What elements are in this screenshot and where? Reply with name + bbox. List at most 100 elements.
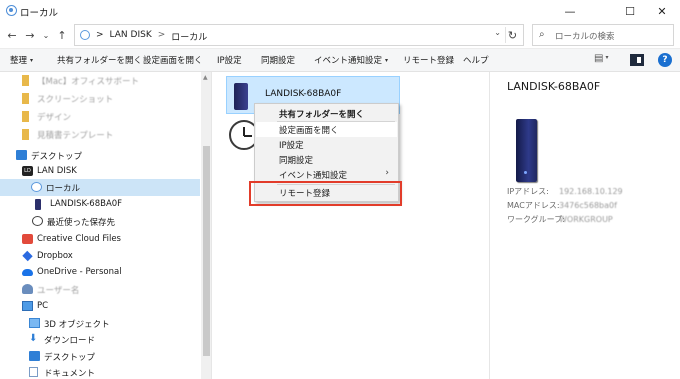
maximize-button[interactable]: ☐ <box>614 0 646 22</box>
lan-disk-icon: LD <box>22 166 33 176</box>
context-menu-item[interactable]: IP設定 <box>256 137 397 152</box>
folder-pin-icon <box>22 75 29 86</box>
local-location-icon <box>80 30 90 40</box>
nav-item[interactable]: 最近使った保存先 <box>0 213 200 230</box>
nav-item-label: ローカル <box>46 184 81 194</box>
minimize-button[interactable]: — <box>554 0 586 22</box>
nav-item[interactable]: デスクトップ <box>0 348 200 365</box>
local-icon <box>31 182 42 192</box>
open-shared-folder-button[interactable]: 共有フォルダーを開く <box>57 54 142 66</box>
remote-register-button[interactable]: リモート登録 <box>403 54 454 66</box>
nav-item-label: デザイン <box>37 113 72 123</box>
toolbar: 整理 ▾ 共有フォルダーを開く 設定画面を開く IP設定 同期設定 イベント通知設… <box>0 48 680 72</box>
breadcrumb-separator: > <box>157 30 166 40</box>
nav-item[interactable]: 【Mac】オフィスサポート <box>0 72 200 89</box>
nav-item[interactable]: 3D オブジェクト <box>0 315 200 332</box>
context-menu-item-label: 共有フォルダーを開く <box>279 110 365 120</box>
nav-item-label: PC <box>37 301 49 311</box>
context-menu-item-label: 同期設定 <box>279 156 314 166</box>
address-dropdown-icon[interactable]: ⌄ <box>494 28 501 37</box>
onedrive-icon <box>22 269 33 276</box>
nav-item-label: 見積書テンプレート <box>37 131 114 141</box>
nav-item[interactable]: ユーザー名 <box>0 281 200 298</box>
ip-settings-button[interactable]: IP設定 <box>217 54 242 66</box>
context-menu-item[interactable]: 共有フォルダーを開く <box>256 106 397 121</box>
close-button[interactable]: ✕ <box>646 0 678 22</box>
context-menu-item[interactable]: 設定画面を開く <box>256 122 397 137</box>
nav-item-label: デスクトップ <box>31 152 83 162</box>
open-settings-button[interactable]: 設定画面を開く <box>143 54 203 66</box>
preview-pane-icon[interactable] <box>630 54 644 66</box>
search-input[interactable]: ⌕ ローカルの検索 <box>532 24 674 46</box>
nav-item[interactable]: OneDrive - Personal <box>0 264 200 281</box>
address-bar[interactable]: > LAN DISK > ローカル ⌄ ↻ <box>74 24 524 46</box>
pc-icon <box>22 301 33 311</box>
nav-item[interactable]: ⬇ ダウンロード <box>0 331 200 348</box>
chevron-down-icon: ▾ <box>605 54 609 61</box>
nav-item-label: Creative Cloud Files <box>37 234 121 244</box>
nav-item[interactable]: ドキュメント <box>0 364 200 379</box>
help-menu[interactable]: ヘルプ <box>463 54 489 66</box>
detail-row-ip: IPアドレス: 192.168.10.129 <box>507 187 623 196</box>
device-icon <box>35 199 41 210</box>
breadcrumb-lan-disk[interactable]: LAN DISK <box>110 30 152 43</box>
event-notify-menu[interactable]: イベント通知設定 ▾ <box>314 54 388 66</box>
detail-row-workgroup: ワークグループ:WORKGROUP <box>507 215 613 224</box>
nav-item[interactable]: ローカル <box>0 179 200 196</box>
nav-item[interactable]: デスクトップ <box>0 147 200 164</box>
address-row: ← → ⌄ ↑ > LAN DISK > ローカル ⌄ ↻ ⌕ ローカルの検索 <box>0 22 680 48</box>
nav-item-label: OneDrive - Personal <box>37 267 122 277</box>
context-menu-item[interactable]: 同期設定 <box>256 152 397 167</box>
up-button[interactable]: ↑ <box>54 26 70 44</box>
device-name: LANDISK-68BA0F <box>265 89 342 99</box>
context-menu-item-label: イベント通知設定 <box>279 171 348 181</box>
folder-pin-icon <box>22 111 29 122</box>
nav-item[interactable]: スクリーンショット <box>0 90 200 107</box>
window-title: ローカル <box>20 8 59 19</box>
desktop-icon <box>29 351 40 361</box>
scroll-up-icon[interactable]: ▲ <box>203 74 208 81</box>
forward-button[interactable]: → <box>22 26 38 44</box>
download-icon: ⬇ <box>29 333 38 344</box>
nav-item[interactable]: デザイン <box>0 108 200 125</box>
context-menu-item-label: IP設定 <box>279 141 304 151</box>
nav-item[interactable]: Creative Cloud Files <box>0 231 200 248</box>
chevron-right-icon: › <box>385 168 389 178</box>
3d-objects-icon <box>29 318 40 328</box>
nas-device-icon <box>516 119 537 182</box>
details-pane: LANDISK-68BA0F IPアドレス: 192.168.10.129 MAC… <box>489 72 680 379</box>
nav-item-label: ダウンロード <box>44 336 96 346</box>
sync-settings-button[interactable]: 同期設定 <box>261 54 295 66</box>
detail-row-mac: MACアドレス:3476c568ba0f <box>507 201 617 210</box>
nav-item-label: LAN DISK <box>37 166 77 176</box>
nav-item-label: 3D オブジェクト <box>44 320 110 330</box>
nav-item-label: 【Mac】オフィスサポート <box>37 77 140 87</box>
back-button[interactable]: ← <box>4 26 20 44</box>
view-options-button[interactable]: ▤ ▾ <box>594 53 608 64</box>
folder-pin-icon <box>22 129 29 140</box>
context-menu-item[interactable]: イベント通知設定 › <box>256 167 397 182</box>
details-title: LANDISK-68BA0F <box>507 80 601 93</box>
search-placeholder: ローカルの検索 <box>555 32 615 42</box>
nav-item[interactable]: LD LAN DISK <box>0 163 200 180</box>
desktop-icon <box>16 150 27 160</box>
refresh-button[interactable]: ↻ <box>505 27 519 43</box>
annotation-highlight <box>249 181 402 206</box>
nav-item-label: ユーザー名 <box>37 286 80 296</box>
context-menu-item-label: 設定画面を開く <box>279 126 339 136</box>
nav-item-label: Dropbox <box>37 251 73 261</box>
nav-scrollbar[interactable]: ▲ <box>201 72 211 379</box>
breadcrumb: > LAN DISK > ローカル <box>96 30 207 43</box>
nav-scrollbar-thumb[interactable] <box>203 146 210 356</box>
recent-locations-button[interactable]: ⌄ <box>38 26 54 44</box>
nav-item[interactable]: 見積書テンプレート <box>0 126 200 143</box>
nav-item[interactable]: Dropbox <box>0 248 200 265</box>
chevron-down-icon: ▾ <box>30 57 34 64</box>
organize-menu[interactable]: 整理 ▾ <box>10 54 33 66</box>
nav-item[interactable]: PC <box>0 298 200 315</box>
nav-item[interactable]: LANDISK-68BA0F <box>0 196 200 213</box>
nav-item-label: ドキュメント <box>44 369 96 379</box>
help-icon[interactable]: ? <box>658 53 672 67</box>
dropbox-icon <box>22 250 33 262</box>
breadcrumb-local[interactable]: ローカル <box>171 30 207 43</box>
